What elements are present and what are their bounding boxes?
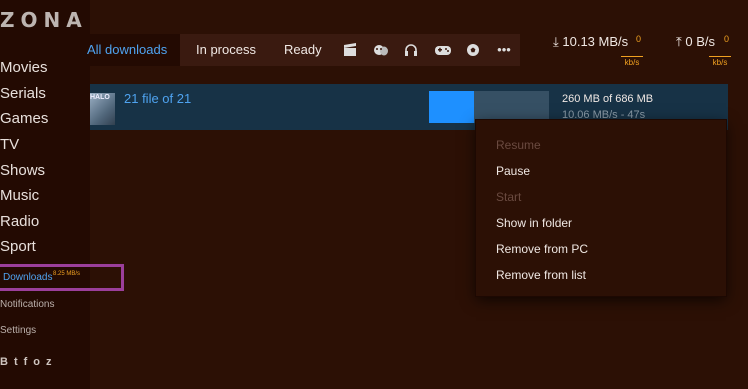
download-arrow-icon: ⤓ (553, 34, 559, 49)
sidebar-item-serials[interactable]: Serials (0, 85, 46, 102)
menu-item-pause[interactable]: Pause (496, 164, 530, 178)
twitter-icon[interactable]: t (14, 356, 18, 368)
download-speed: ⤓ 10.13 MB/s (553, 34, 629, 49)
sidebar: ZONA Movies Serials Games TV Shows Music… (0, 0, 90, 389)
filter-tab-bar: All downloads In process Ready ••• (87, 34, 520, 66)
sidebar-item-shows[interactable]: Shows (0, 162, 45, 179)
download-thumbnail: HALO (90, 93, 115, 125)
facebook-icon[interactable]: f (24, 356, 28, 368)
download-limit-value[interactable]: 0 (636, 34, 641, 44)
menu-item-remove-from-pc[interactable]: Remove from PC (496, 242, 588, 256)
sidebar-item-radio[interactable]: Radio (0, 213, 39, 230)
menu-item-resume: Resume (496, 138, 541, 152)
sidebar-item-games[interactable]: Games (0, 110, 48, 127)
download-size: 260 MB of 686 MB (562, 93, 654, 105)
upload-arrow-icon: ⤒ (676, 34, 682, 49)
download-limit-unit: kb/s (621, 56, 643, 67)
sidebar-item-settings[interactable]: Settings (0, 325, 36, 336)
sidebar-item-sport[interactable]: Sport (0, 238, 36, 255)
football-icon[interactable] (465, 42, 481, 58)
upload-limit-value[interactable]: 0 (724, 34, 729, 44)
zona-logo: ZONA (0, 8, 88, 32)
menu-item-start: Start (496, 190, 522, 204)
sidebar-item-notifications[interactable]: Notifications (0, 299, 54, 310)
tab-all-downloads[interactable]: All downloads (87, 34, 180, 66)
download-title[interactable]: 21 file of 21 (124, 91, 191, 106)
odnoklassniki-icon[interactable]: o (33, 356, 40, 368)
downloads-highlight-box (0, 264, 124, 291)
download-progress-bar (429, 91, 549, 123)
social-links: B t f o z (0, 356, 52, 368)
more-icon[interactable]: ••• (496, 42, 512, 58)
headphones-icon[interactable] (403, 42, 419, 58)
download-progress-fill (429, 91, 475, 123)
tab-in-process[interactable]: In process (196, 34, 256, 66)
film-icon[interactable] (342, 42, 358, 58)
zona-icon[interactable]: z (46, 356, 52, 368)
menu-item-remove-from-list[interactable]: Remove from list (496, 268, 586, 282)
tab-ready[interactable]: Ready (284, 34, 322, 66)
sidebar-item-tv[interactable]: TV (0, 136, 19, 153)
sidebar-item-movies[interactable]: Movies (0, 59, 48, 76)
upload-speed: ⤒ 0 B/s (676, 34, 715, 49)
theater-masks-icon[interactable] (373, 42, 389, 58)
upload-limit-unit: kb/s (709, 56, 731, 67)
context-menu: Resume Pause Start Show in folder Remove… (476, 120, 726, 296)
blogger-icon[interactable]: B (0, 356, 8, 368)
gamepad-icon[interactable] (434, 42, 451, 58)
sidebar-item-music[interactable]: Music (0, 187, 39, 204)
menu-item-show-in-folder[interactable]: Show in folder (496, 216, 572, 230)
